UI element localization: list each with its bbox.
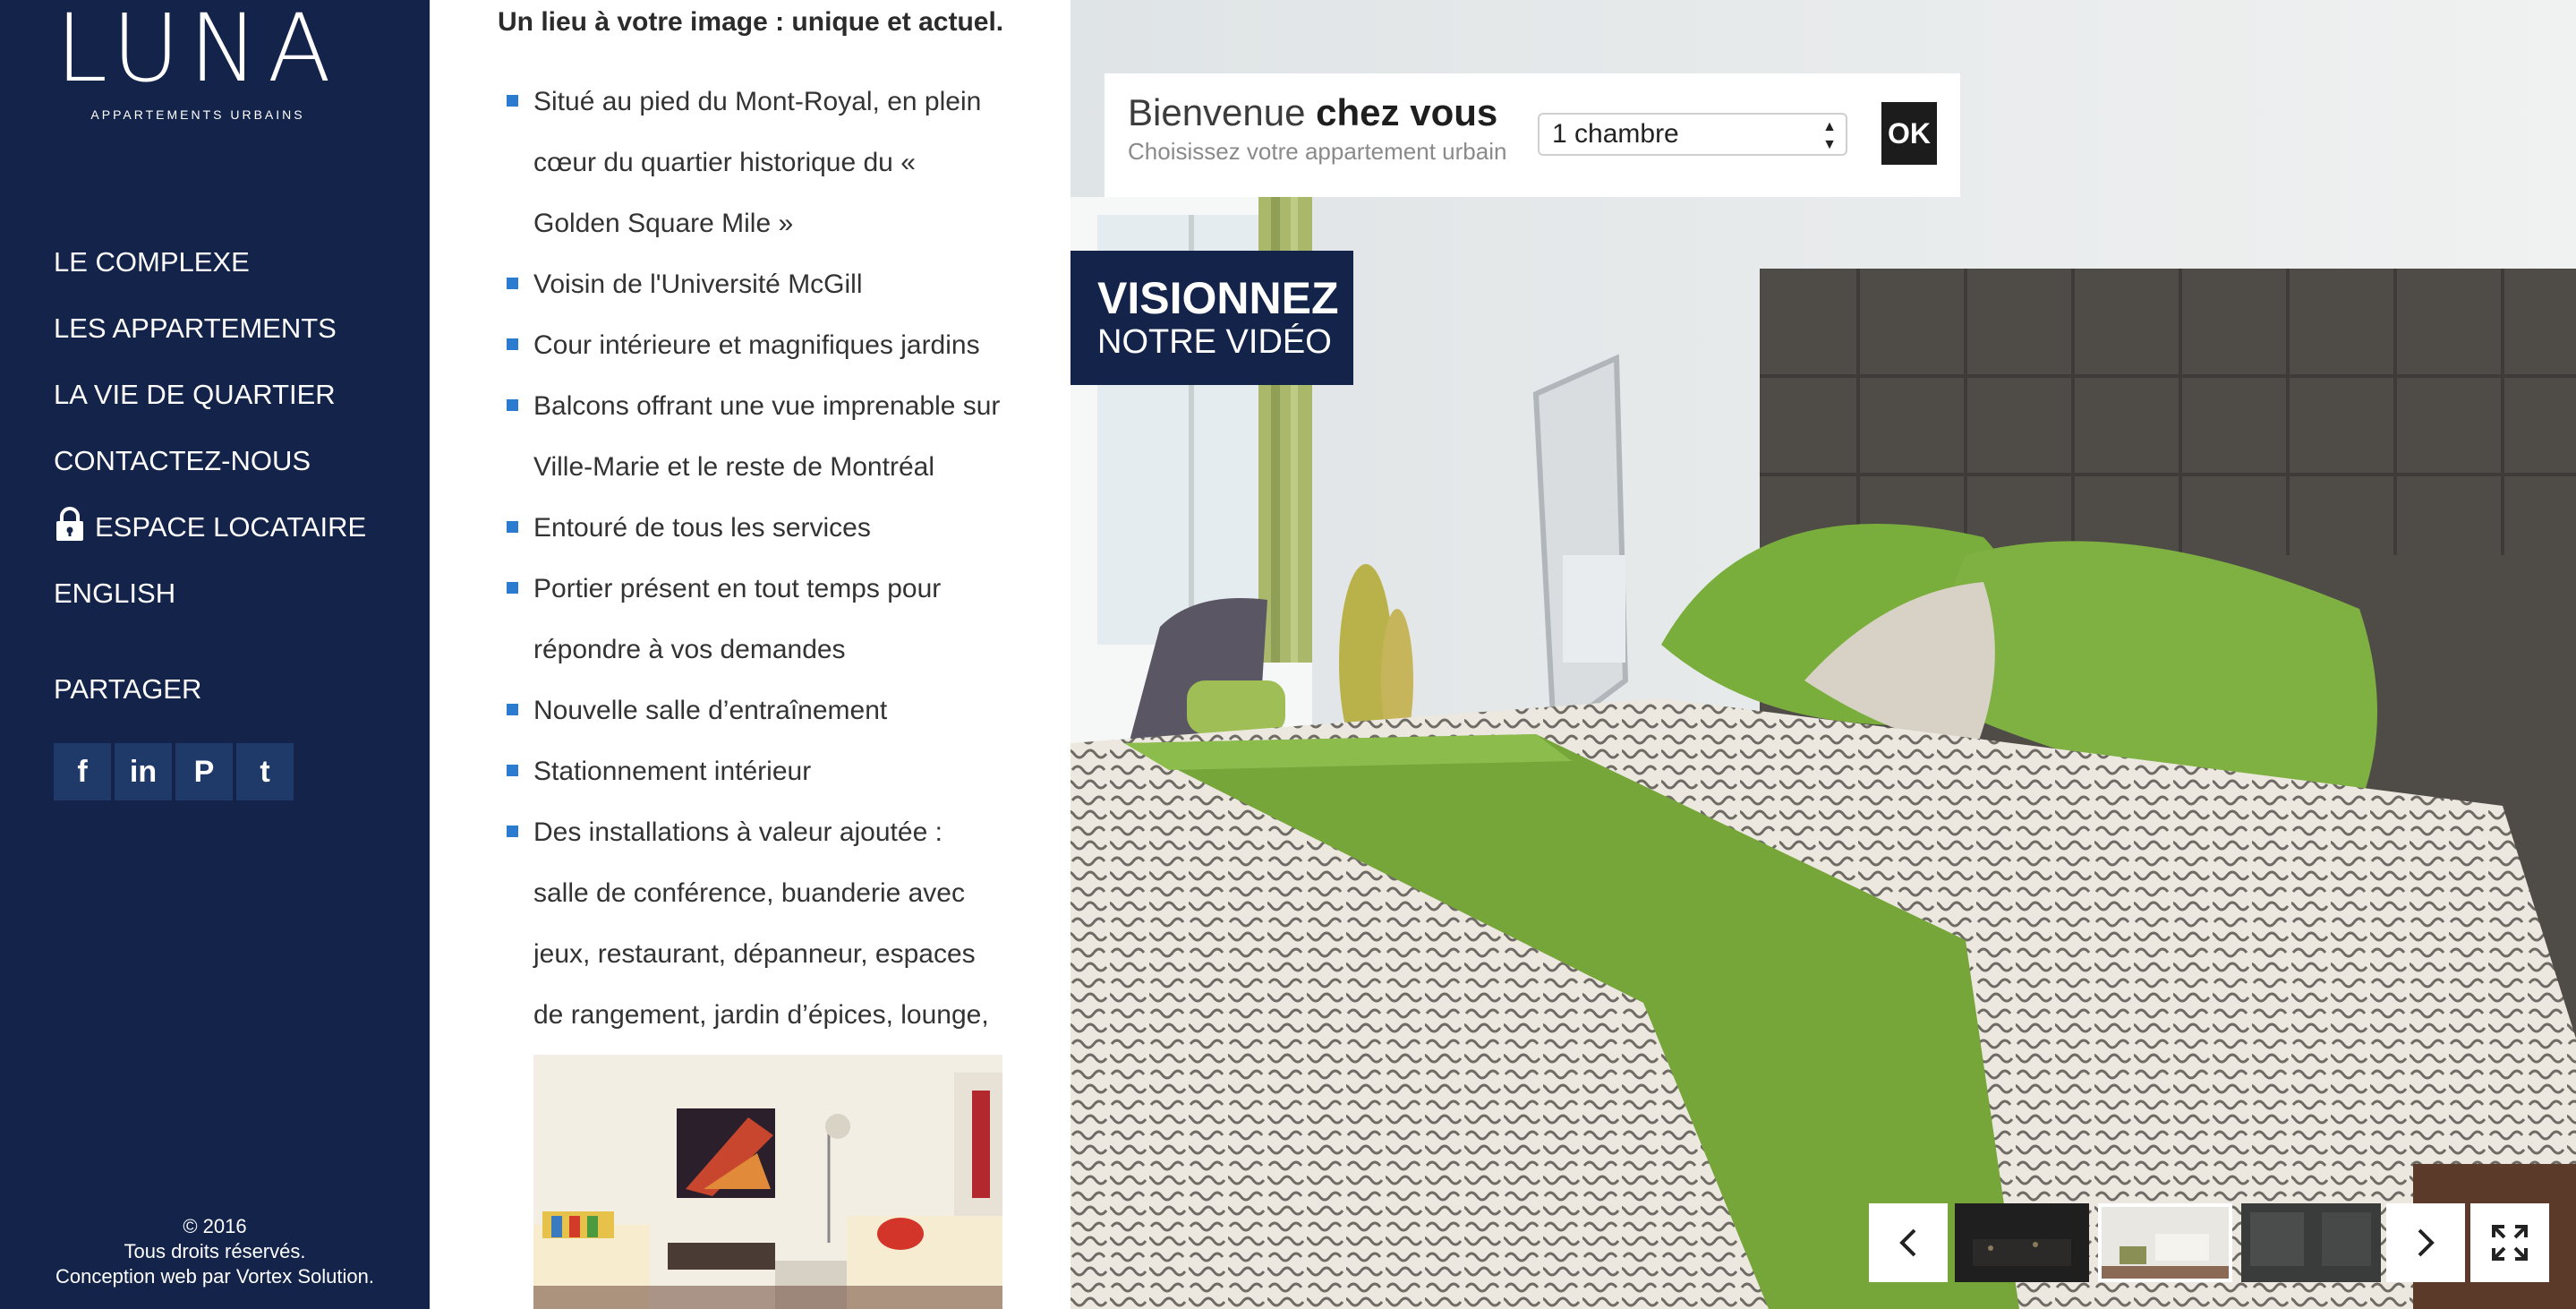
carousel-prev-button[interactable] (1869, 1203, 1948, 1282)
list-item: Balcons offrant une vue imprenable sur V… (501, 376, 1002, 498)
bullet-icon (507, 582, 518, 594)
bullet-icon (507, 765, 518, 776)
nav-item-la-vie-de-quartier[interactable]: LA VIE DE QUARTIER (54, 362, 366, 428)
pinterest-icon[interactable]: P (175, 743, 233, 800)
twitter-glyph: t (260, 754, 270, 789)
list-item: Entouré de tous les services (501, 498, 1002, 559)
nav-item-label: ESPACE LOCATAIRE (95, 511, 367, 543)
video-button-line1: VISIONNEZ (1097, 273, 1339, 323)
nav-item-les-appartements[interactable]: LES APPARTEMENTS (54, 295, 366, 362)
bullet-icon (507, 278, 518, 289)
nav-item-le-complexe[interactable]: LE COMPLEXE (54, 229, 366, 295)
list-item: Cour intérieure et magnifiques jardins (501, 315, 1002, 376)
select-arrows-icon: ▲ ▼ (1822, 119, 1837, 152)
logo-wordmark: LUNA (55, 0, 340, 103)
list-item: Nouvelle salle d’entraînement (501, 680, 1002, 741)
bullet-icon (507, 704, 518, 715)
video-button-line2: NOTRE VIDÉO (1097, 323, 1332, 361)
pinterest-glyph: P (193, 754, 215, 789)
bullet-icon (507, 399, 518, 411)
welcome-title-light: Bienvenue (1128, 91, 1317, 133)
nav-item-espace-locataire[interactable]: ESPACE LOCATAIRE (54, 494, 366, 560)
feature-text: Cour intérieure et magnifiques jardins (533, 330, 980, 360)
ok-button[interactable]: OK (1881, 102, 1937, 165)
linkedin-glyph: in (129, 754, 158, 789)
nav-item-contactez-nous[interactable]: CONTACTEZ-NOUS (54, 428, 366, 494)
copyright-rights: Tous droits réservés. (124, 1240, 306, 1262)
select-value: 1 chambre (1552, 119, 1679, 149)
carousel-thumbnail[interactable] (2241, 1203, 2381, 1282)
facebook-icon[interactable]: f (54, 743, 111, 800)
feature-text: Situé au pied du Mont-Royal, en plein cœ… (533, 87, 982, 238)
twitter-icon[interactable]: t (236, 743, 294, 800)
intro-heading: Un lieu à votre image : unique et actuel… (498, 7, 1004, 37)
feature-text: Nouvelle salle d’entraînement (533, 696, 888, 725)
feature-text: Portier présent en tout temps pour répon… (533, 574, 942, 664)
feature-text: Balcons offrant une vue imprenable sur V… (533, 391, 1001, 482)
carousel-next-button[interactable] (2386, 1203, 2465, 1282)
bullet-icon (507, 521, 518, 533)
list-item: Stationnement intérieur (501, 741, 1002, 802)
list-item: Situé au pied du Mont-Royal, en plein cœ… (501, 72, 1002, 254)
nav-item-label: LES APPARTEMENTS (54, 312, 337, 344)
carousel-thumbnail-active[interactable] (2098, 1203, 2232, 1282)
welcome-subtitle: Choisissez votre appartement urbain (1128, 138, 1507, 165)
share-label: PARTAGER (54, 673, 202, 705)
nav-item-label: LE COMPLEXE (54, 246, 250, 278)
social-links: f in P t (54, 743, 294, 800)
welcome-title-bold: chez vous (1316, 91, 1498, 133)
feature-text: Voisin de l'Université McGill (533, 270, 863, 299)
sidebar: LUNA APPARTEMENTS URBAINS LE COMPLEXE LE… (0, 0, 430, 1309)
list-item: Voisin de l'Université McGill (501, 254, 1002, 315)
feature-text: Entouré de tous les services (533, 513, 871, 543)
main-nav: LE COMPLEXE LES APPARTEMENTS LA VIE DE Q… (54, 229, 366, 627)
living-room-photo (533, 1055, 1002, 1309)
chevron-left-icon (1899, 1228, 1916, 1257)
watch-video-button[interactable]: VISIONNEZ NOTRE VIDÉO (1070, 251, 1353, 385)
list-item: Portier présent en tout temps pour répon… (501, 559, 1002, 680)
copyright: © 2016 Tous droits réservés. Conception … (0, 1214, 430, 1289)
apartment-type-select[interactable]: 1 chambre ▲ ▼ (1538, 113, 1847, 156)
feature-text: Des installations à valeur ajoutée : sal… (533, 817, 989, 1091)
bullet-icon (507, 338, 518, 350)
feature-text: Stationnement intérieur (533, 757, 812, 786)
nav-item-label: LA VIE DE QUARTIER (54, 379, 336, 410)
nav-item-label: ENGLISH (54, 578, 176, 609)
linkedin-icon[interactable]: in (115, 743, 172, 800)
chevron-right-icon (2418, 1228, 2435, 1257)
nav-item-english[interactable]: ENGLISH (54, 560, 366, 627)
expand-icon (2492, 1225, 2528, 1261)
welcome-panel: Bienvenue chez vous Choisissez votre app… (1105, 73, 1960, 197)
feature-list: Situé au pied du Mont-Royal, en plein cœ… (501, 72, 1002, 1107)
lock-icon (54, 507, 86, 548)
content-column: Un lieu à votre image : unique et actuel… (430, 0, 1070, 1309)
nav-item-label: CONTACTEZ-NOUS (54, 445, 311, 476)
bullet-icon (507, 95, 518, 107)
copyright-year: © 2016 (183, 1215, 247, 1237)
carousel-thumbnail[interactable] (1955, 1203, 2089, 1282)
copyright-credit[interactable]: Conception web par Vortex Solution. (0, 1264, 430, 1289)
logo[interactable]: LUNA APPARTEMENTS URBAINS (54, 0, 342, 134)
fullscreen-button[interactable] (2470, 1203, 2549, 1282)
facebook-glyph: f (77, 754, 88, 789)
logo-tagline: APPARTEMENTS URBAINS (90, 107, 305, 122)
bullet-icon (507, 826, 518, 837)
welcome-title: Bienvenue chez vous (1128, 91, 1497, 134)
